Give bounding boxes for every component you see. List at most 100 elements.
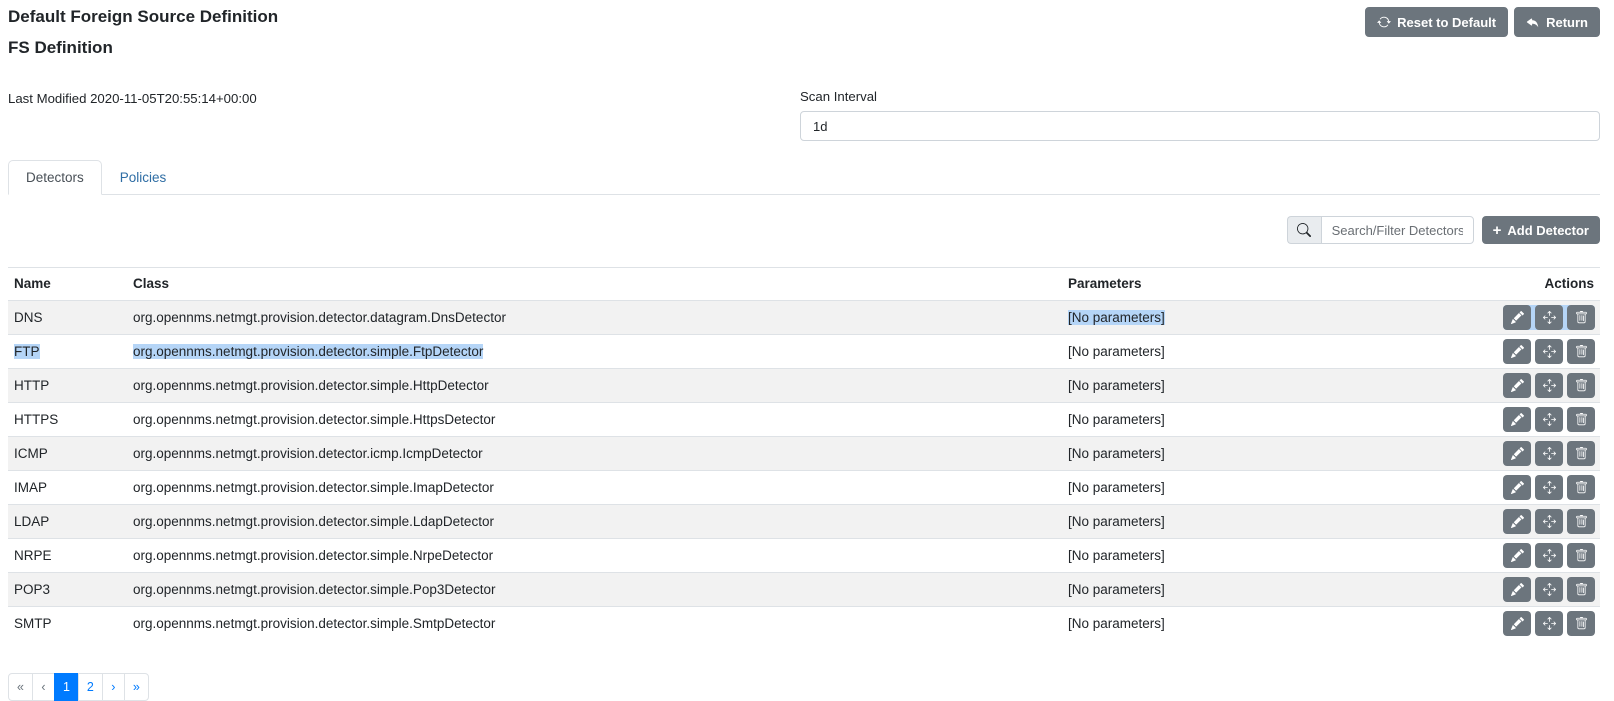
table-header-row: Name Class Parameters Actions — [8, 268, 1600, 301]
detector-class-cell: org.opennms.netmgt.provision.detector.si… — [127, 573, 1062, 607]
edit-detector-button[interactable] — [1503, 407, 1531, 432]
scan-interval-label: Scan Interval — [800, 89, 1600, 104]
row-actions-group — [1503, 577, 1595, 602]
edit-detector-button[interactable] — [1503, 509, 1531, 534]
delete-detector-button[interactable] — [1567, 611, 1595, 636]
delete-detector-button[interactable] — [1567, 373, 1595, 398]
move-detector-button[interactable] — [1535, 441, 1563, 466]
page-header: Default Foreign Source Definition FS Def… — [8, 6, 1600, 59]
scan-interval-input[interactable] — [800, 111, 1600, 141]
row-actions-group — [1503, 611, 1595, 636]
pencil-icon — [1511, 447, 1524, 460]
page-last[interactable]: » — [124, 673, 149, 701]
page-titles: Default Foreign Source Definition FS Def… — [8, 6, 278, 59]
edit-detector-button[interactable] — [1503, 543, 1531, 568]
table-row: FTP org.opennms.netmgt.provision.detecto… — [8, 335, 1600, 369]
delete-detector-button[interactable] — [1567, 305, 1595, 330]
move-detector-button[interactable] — [1535, 509, 1563, 534]
trash-icon — [1575, 481, 1588, 494]
row-actions-group — [1503, 543, 1595, 568]
detector-class-cell: org.opennms.netmgt.provision.detector.si… — [127, 505, 1062, 539]
page-next[interactable]: › — [102, 673, 125, 701]
detector-search-input[interactable] — [1321, 216, 1474, 244]
row-actions-group — [1503, 305, 1595, 330]
pencil-icon — [1511, 311, 1524, 324]
detector-class-cell: org.opennms.netmgt.provision.detector.si… — [127, 403, 1062, 437]
pencil-icon — [1511, 413, 1524, 426]
move-detector-button[interactable] — [1535, 475, 1563, 500]
move-icon — [1543, 583, 1556, 596]
detector-parameters-cell: [No parameters] — [1062, 437, 1454, 471]
add-detector-button[interactable]: + Add Detector — [1482, 216, 1600, 244]
edit-detector-button[interactable] — [1503, 441, 1531, 466]
detectors-toolbar: + Add Detector — [8, 216, 1600, 244]
detector-class-cell: org.opennms.netmgt.provision.detector.ic… — [127, 437, 1062, 471]
table-row: HTTPS org.opennms.netmgt.provision.detec… — [8, 403, 1600, 437]
detector-parameters-cell: [No parameters] — [1062, 335, 1454, 369]
move-detector-button[interactable] — [1535, 373, 1563, 398]
column-class: Class — [127, 268, 1062, 301]
detector-parameters-cell: [No parameters] — [1062, 539, 1454, 573]
tab-detectors[interactable]: Detectors — [8, 160, 102, 195]
detector-class-cell: org.opennms.netmgt.provision.detector.si… — [127, 369, 1062, 403]
detector-parameters-cell: [No parameters] — [1062, 369, 1454, 403]
move-icon — [1543, 515, 1556, 528]
detector-name-cell: FTP — [8, 335, 127, 369]
edit-detector-button[interactable] — [1503, 611, 1531, 636]
page-1[interactable]: 1 — [54, 673, 79, 701]
trash-icon — [1575, 583, 1588, 596]
delete-detector-button[interactable] — [1567, 509, 1595, 534]
detector-class-cell: org.opennms.netmgt.provision.detector.da… — [127, 301, 1062, 335]
return-arrow-icon — [1526, 15, 1540, 29]
detector-actions-cell — [1454, 573, 1600, 607]
delete-detector-button[interactable] — [1567, 577, 1595, 602]
detector-name-cell: HTTP — [8, 369, 127, 403]
edit-detector-button[interactable] — [1503, 373, 1531, 398]
detector-parameters-cell: [No parameters] — [1062, 471, 1454, 505]
edit-detector-button[interactable] — [1503, 475, 1531, 500]
move-detector-button[interactable] — [1535, 407, 1563, 432]
edit-detector-button[interactable] — [1503, 339, 1531, 364]
row-actions-group — [1503, 441, 1595, 466]
detector-class-cell: org.opennms.netmgt.provision.detector.si… — [127, 539, 1062, 573]
reset-to-default-button[interactable]: Reset to Default — [1365, 7, 1508, 37]
move-detector-button[interactable] — [1535, 611, 1563, 636]
delete-detector-button[interactable] — [1567, 543, 1595, 568]
move-icon — [1543, 481, 1556, 494]
move-detector-button[interactable] — [1535, 543, 1563, 568]
trash-icon — [1575, 617, 1588, 630]
table-row: ICMP org.opennms.netmgt.provision.detect… — [8, 437, 1600, 471]
header-buttons: Reset to Default Return — [1365, 6, 1600, 37]
search-icon — [1287, 216, 1321, 244]
pagination: «‹12›» — [8, 673, 149, 701]
delete-detector-button[interactable] — [1567, 475, 1595, 500]
move-detector-button[interactable] — [1535, 305, 1563, 330]
row-actions-group — [1503, 509, 1595, 534]
pencil-icon — [1511, 549, 1524, 562]
detector-parameters-cell: [No parameters] — [1062, 505, 1454, 539]
table-row: POP3 org.opennms.netmgt.provision.detect… — [8, 573, 1600, 607]
delete-detector-button[interactable] — [1567, 441, 1595, 466]
detector-class-cell: org.opennms.netmgt.provision.detector.si… — [127, 335, 1062, 369]
edit-detector-button[interactable] — [1503, 577, 1531, 602]
edit-detector-button[interactable] — [1503, 305, 1531, 330]
return-button[interactable]: Return — [1514, 7, 1600, 37]
last-modified-text: Last Modified 2020-11-05T20:55:14+00:00 — [8, 89, 800, 141]
page-2[interactable]: 2 — [78, 673, 103, 701]
trash-icon — [1575, 515, 1588, 528]
move-detector-button[interactable] — [1535, 339, 1563, 364]
row-actions-group — [1503, 407, 1595, 432]
trash-icon — [1575, 447, 1588, 460]
page-title: Default Foreign Source Definition — [8, 6, 278, 28]
detector-name-cell: SMTP — [8, 607, 127, 641]
detector-name-cell: POP3 — [8, 573, 127, 607]
page-subtitle: FS Definition — [8, 37, 278, 59]
tab-policies[interactable]: Policies — [102, 160, 185, 195]
delete-detector-button[interactable] — [1567, 339, 1595, 364]
repeat-icon — [1377, 15, 1391, 29]
move-detector-button[interactable] — [1535, 577, 1563, 602]
add-detector-label: Add Detector — [1507, 223, 1589, 238]
move-icon — [1543, 413, 1556, 426]
delete-detector-button[interactable] — [1567, 407, 1595, 432]
pencil-icon — [1511, 617, 1524, 630]
